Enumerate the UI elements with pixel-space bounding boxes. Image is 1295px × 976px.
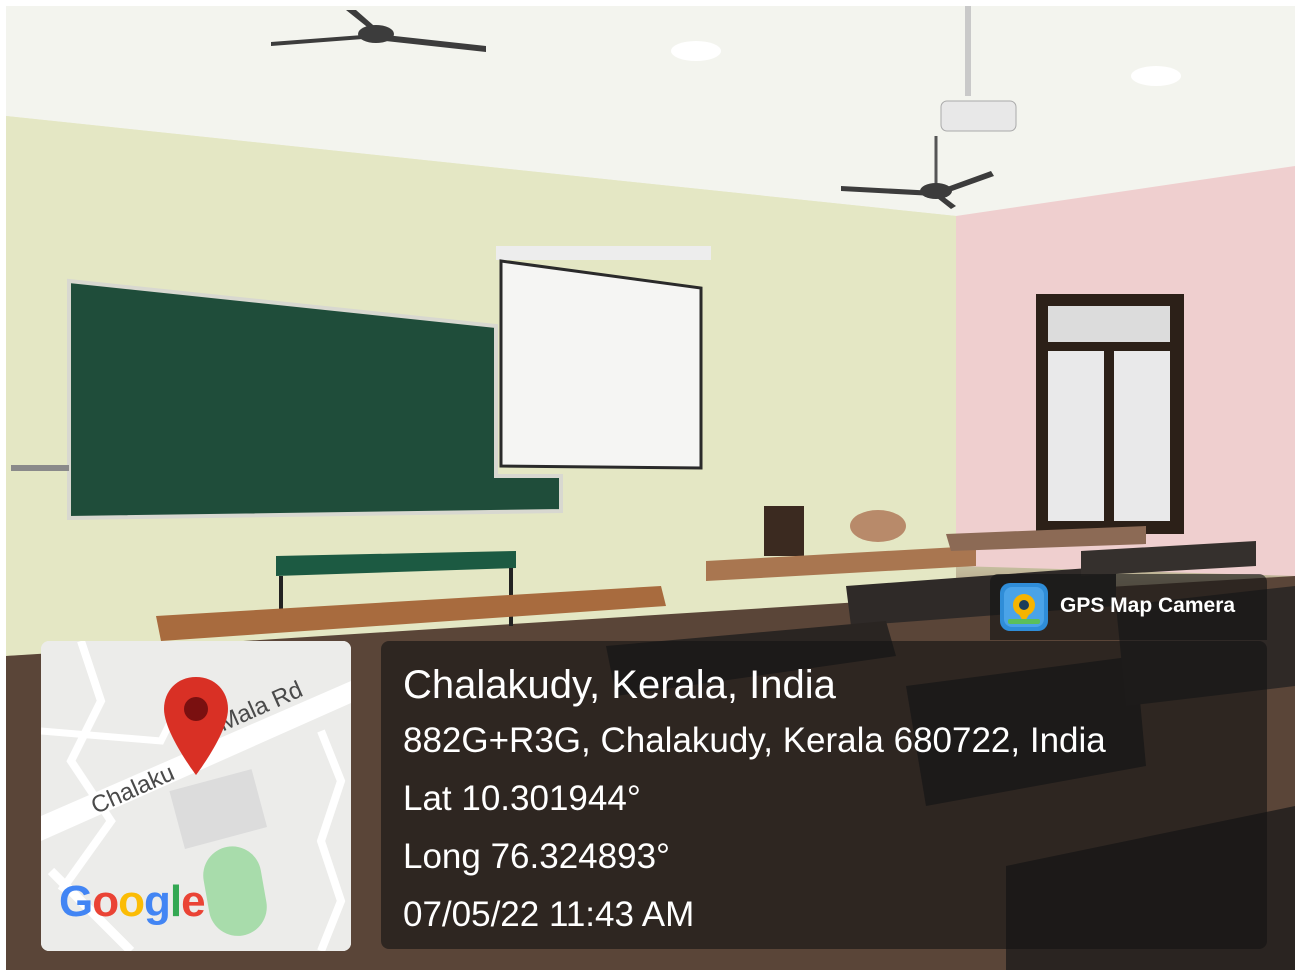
- gps-map-camera-badge: GPS Map Camera: [990, 574, 1267, 640]
- location-title: Chalakudy, Kerala, India: [403, 663, 836, 707]
- gps-camera-icon: [1000, 583, 1048, 631]
- location-info-panel: Chalakudy, Kerala, India 882G+R3G, Chala…: [381, 641, 1267, 949]
- map-thumbnail[interactable]: Chalaku Mala Rd Google: [41, 641, 351, 951]
- plastic-chair: [850, 510, 906, 542]
- chair: [764, 506, 804, 556]
- screen-roller: [496, 246, 711, 260]
- ceiling-light: [671, 41, 721, 61]
- projection-screen: [499, 259, 703, 470]
- location-address: 882G+R3G, Chalakudy, Kerala 680722, Indi…: [403, 721, 1106, 760]
- longitude-value: Long 76.324893°: [403, 837, 671, 876]
- ceiling-light: [1131, 66, 1181, 86]
- window: [1036, 294, 1184, 534]
- app-badge-label: GPS Map Camera: [1060, 594, 1236, 617]
- google-logo: Google: [59, 877, 206, 926]
- map-pin-icon: [161, 675, 231, 795]
- latitude-value: Lat 10.301944°: [403, 779, 641, 818]
- datetime-value: 07/05/22 11:43 AM: [403, 895, 695, 934]
